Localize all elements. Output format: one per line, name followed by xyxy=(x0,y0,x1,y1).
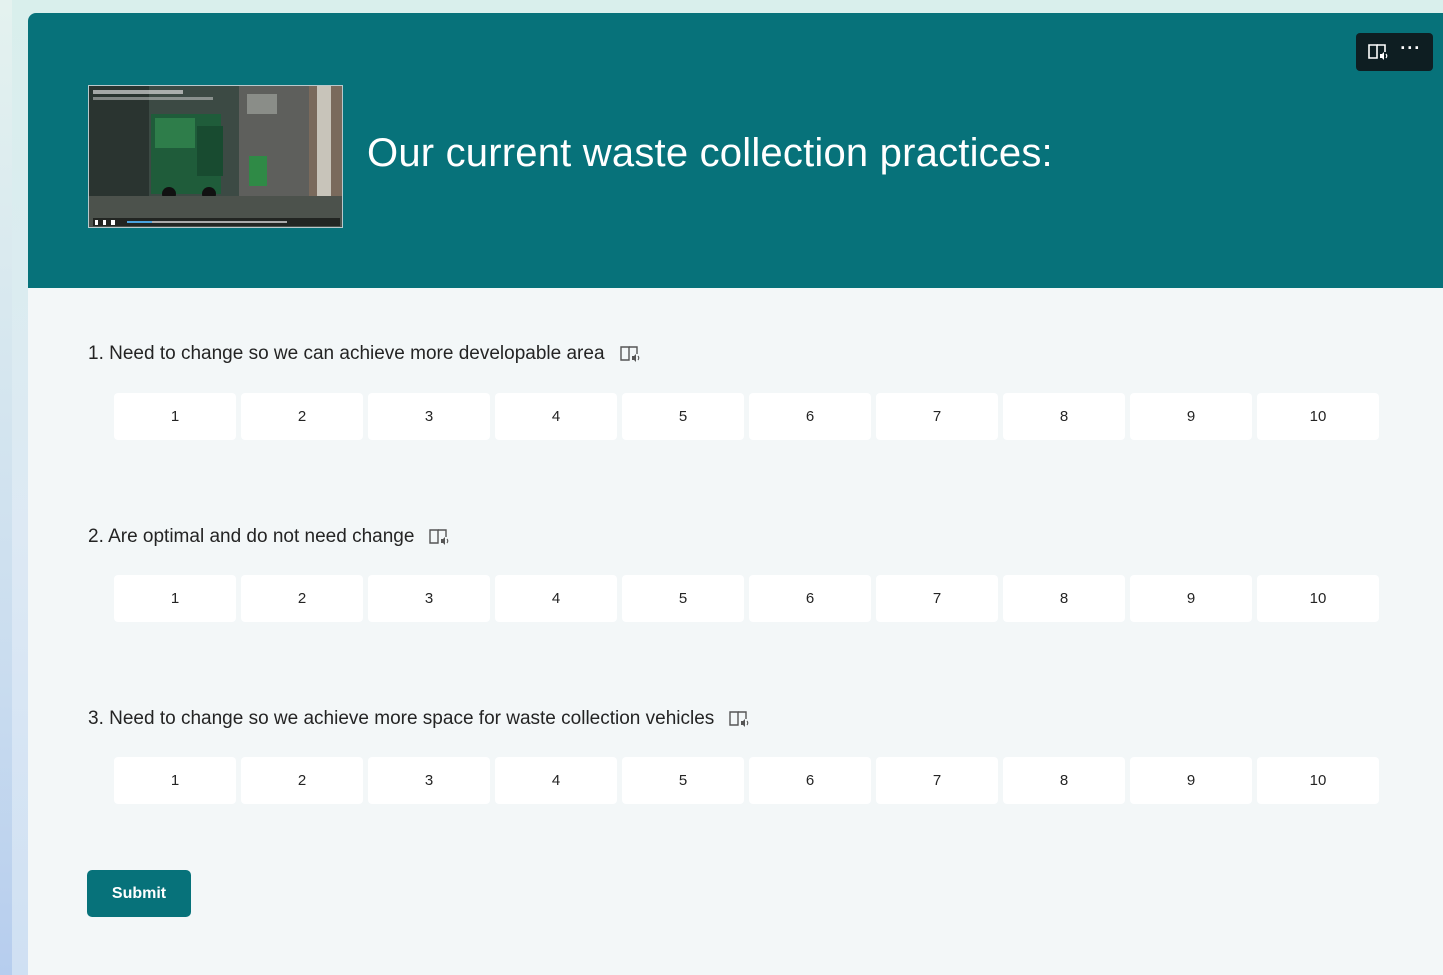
rating-option-7[interactable]: 7 xyxy=(876,393,998,440)
question-1-label: 1. Need to change so we can achieve more… xyxy=(88,343,641,365)
rating-option-8[interactable]: 8 xyxy=(1003,757,1125,804)
immersive-reader-button[interactable] xyxy=(1364,38,1392,66)
form-card: Our current waste collection practices: … xyxy=(28,13,1443,975)
rating-option-8[interactable]: 8 xyxy=(1003,575,1125,622)
immersive-reader-icon xyxy=(429,529,449,545)
rating-option-6[interactable]: 6 xyxy=(749,575,871,622)
immersive-reader-icon xyxy=(619,346,639,362)
form-title: Our current waste collection practices: xyxy=(367,131,1053,175)
page-background-strip xyxy=(0,0,12,975)
rating-option-2[interactable]: 2 xyxy=(241,393,363,440)
immersive-reader-icon xyxy=(1368,44,1388,60)
rating-option-5[interactable]: 5 xyxy=(622,393,744,440)
rating-option-3[interactable]: 3 xyxy=(368,393,490,440)
rating-option-6[interactable]: 6 xyxy=(749,393,871,440)
immersive-reader-icon xyxy=(729,711,749,727)
more-options-button[interactable]: ··· xyxy=(1397,38,1425,66)
question-2-text: 2. Are optimal and do not need change xyxy=(88,526,415,547)
rating-option-1[interactable]: 1 xyxy=(114,393,236,440)
rating-option-4[interactable]: 4 xyxy=(495,393,617,440)
question-2-rating-scale: 1 2 3 4 5 6 7 8 9 10 xyxy=(114,575,1379,622)
rating-option-9[interactable]: 9 xyxy=(1130,393,1252,440)
form-header: Our current waste collection practices: … xyxy=(28,13,1443,288)
rating-option-1[interactable]: 1 xyxy=(114,757,236,804)
submit-button[interactable]: Submit xyxy=(87,870,191,917)
question-3-label: 3. Need to change so we achieve more spa… xyxy=(88,708,750,730)
rating-option-2[interactable]: 2 xyxy=(241,757,363,804)
rating-option-1[interactable]: 1 xyxy=(114,575,236,622)
question-1-rating-scale: 1 2 3 4 5 6 7 8 9 10 xyxy=(114,393,1379,440)
rating-option-5[interactable]: 5 xyxy=(622,575,744,622)
question-2-label: 2. Are optimal and do not need change xyxy=(88,526,450,548)
rating-option-4[interactable]: 4 xyxy=(495,757,617,804)
header-toolbar: ··· xyxy=(1356,33,1433,71)
question-3-immersive-reader-button[interactable] xyxy=(728,709,750,729)
rating-option-10[interactable]: 10 xyxy=(1257,393,1379,440)
question-3-text: 3. Need to change so we achieve more spa… xyxy=(88,708,715,729)
rating-option-7[interactable]: 7 xyxy=(876,575,998,622)
rating-option-3[interactable]: 3 xyxy=(368,757,490,804)
rating-option-3[interactable]: 3 xyxy=(368,575,490,622)
question-1-immersive-reader-button[interactable] xyxy=(619,344,641,364)
more-options-icon: ··· xyxy=(1400,38,1422,58)
question-2-immersive-reader-button[interactable] xyxy=(428,527,450,547)
rating-option-10[interactable]: 10 xyxy=(1257,575,1379,622)
header-video-thumbnail[interactable] xyxy=(88,85,343,228)
rating-option-9[interactable]: 9 xyxy=(1130,575,1252,622)
rating-option-10[interactable]: 10 xyxy=(1257,757,1379,804)
rating-option-5[interactable]: 5 xyxy=(622,757,744,804)
rating-option-7[interactable]: 7 xyxy=(876,757,998,804)
rating-option-8[interactable]: 8 xyxy=(1003,393,1125,440)
question-3-rating-scale: 1 2 3 4 5 6 7 8 9 10 xyxy=(114,757,1379,804)
rating-option-9[interactable]: 9 xyxy=(1130,757,1252,804)
question-1-text: 1. Need to change so we can achieve more… xyxy=(88,343,605,364)
rating-option-2[interactable]: 2 xyxy=(241,575,363,622)
rating-option-4[interactable]: 4 xyxy=(495,575,617,622)
rating-option-6[interactable]: 6 xyxy=(749,757,871,804)
